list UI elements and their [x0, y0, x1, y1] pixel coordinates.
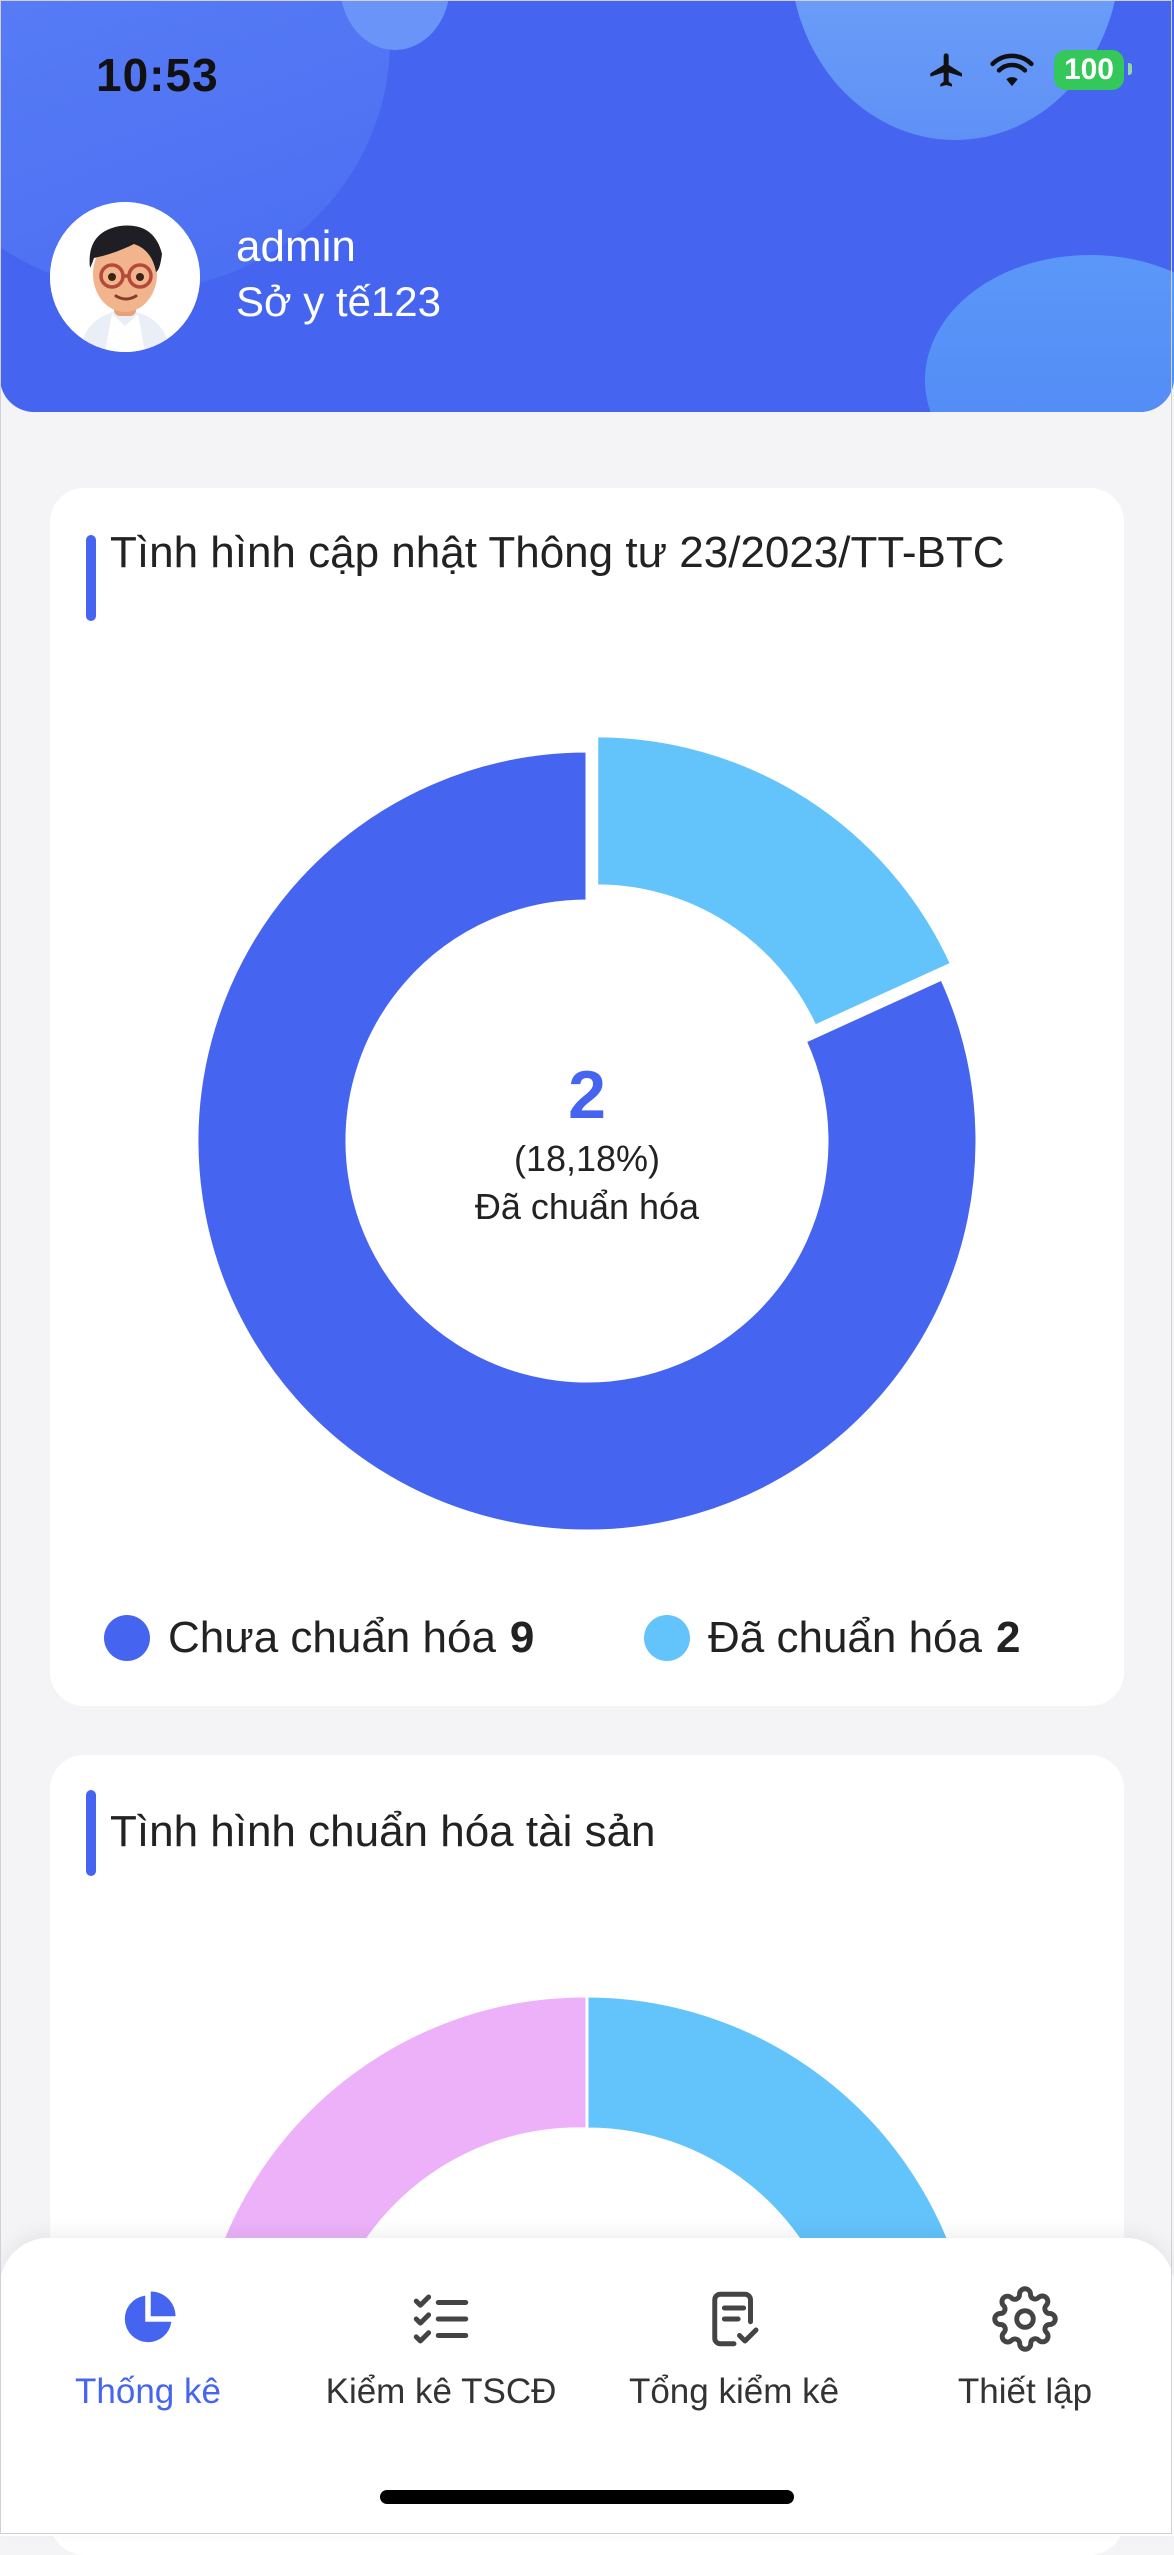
- center-percent: (18,18%): [513, 1138, 661, 1179]
- legend-label: Đã chuẩn hóa: [708, 1613, 982, 1662]
- user-organization: Sở y tế123: [236, 278, 441, 325]
- user-name: admin: [236, 222, 356, 271]
- legend-count: 9: [509, 1613, 535, 1662]
- tab-label: Thiết lập: [957, 2372, 1093, 2411]
- chart-card-circular: Tình hình cập nhật Thông tư 23/2023/TT-B…: [50, 488, 1124, 1706]
- legend-item[interactable]: Đã chuẩn hóa 2: [644, 1613, 1020, 1663]
- tab-label: Kiểm kê TSCĐ: [325, 2372, 557, 2411]
- tab-tong-kiem-ke[interactable]: Tổng kiểm kê: [589, 2238, 879, 2468]
- tab-label: Thống kê: [75, 2372, 221, 2411]
- airplane-icon: [930, 53, 962, 87]
- gear-icon: [992, 2286, 1058, 2352]
- tab-label: Tổng kiểm kê: [628, 2372, 840, 2411]
- status-icons: 100: [924, 50, 1133, 90]
- pie-chart-icon: [124, 2291, 176, 2343]
- legend-item[interactable]: Chưa chuẩn hóa 9: [104, 1613, 534, 1663]
- header-decoration: [925, 255, 1174, 412]
- battery-icon: 100: [1053, 50, 1133, 90]
- center-label: Đã chuẩn hóa: [474, 1186, 700, 1227]
- home-indicator[interactable]: [380, 2490, 794, 2504]
- checklist-icon: [413, 2294, 469, 2344]
- donut-slice-da-chuan-hoa[interactable]: [595, 734, 954, 1029]
- tab-thiet-lap[interactable]: Thiết lập: [880, 2238, 1170, 2468]
- legend-dot: [104, 1615, 150, 1661]
- avatar-image: [50, 202, 200, 352]
- status-time: 10:53: [96, 49, 219, 101]
- tab-thong-ke[interactable]: Thống kê: [3, 2238, 293, 2468]
- legend-dot: [644, 1615, 690, 1661]
- tab-kiem-ke-tscd[interactable]: Kiểm kê TSCĐ: [296, 2238, 586, 2468]
- legend-label: Chưa chuẩn hóa: [168, 1613, 496, 1662]
- legend-count: 2: [996, 1613, 1021, 1662]
- document-check-icon: [712, 2291, 759, 2347]
- wifi-icon: [990, 53, 1034, 87]
- center-value: 2: [568, 1057, 606, 1133]
- profile-header: 10:53 100 admin Sở y tế123: [0, 0, 1174, 412]
- donut-chart: [195, 734, 979, 1533]
- avatar[interactable]: [50, 202, 200, 352]
